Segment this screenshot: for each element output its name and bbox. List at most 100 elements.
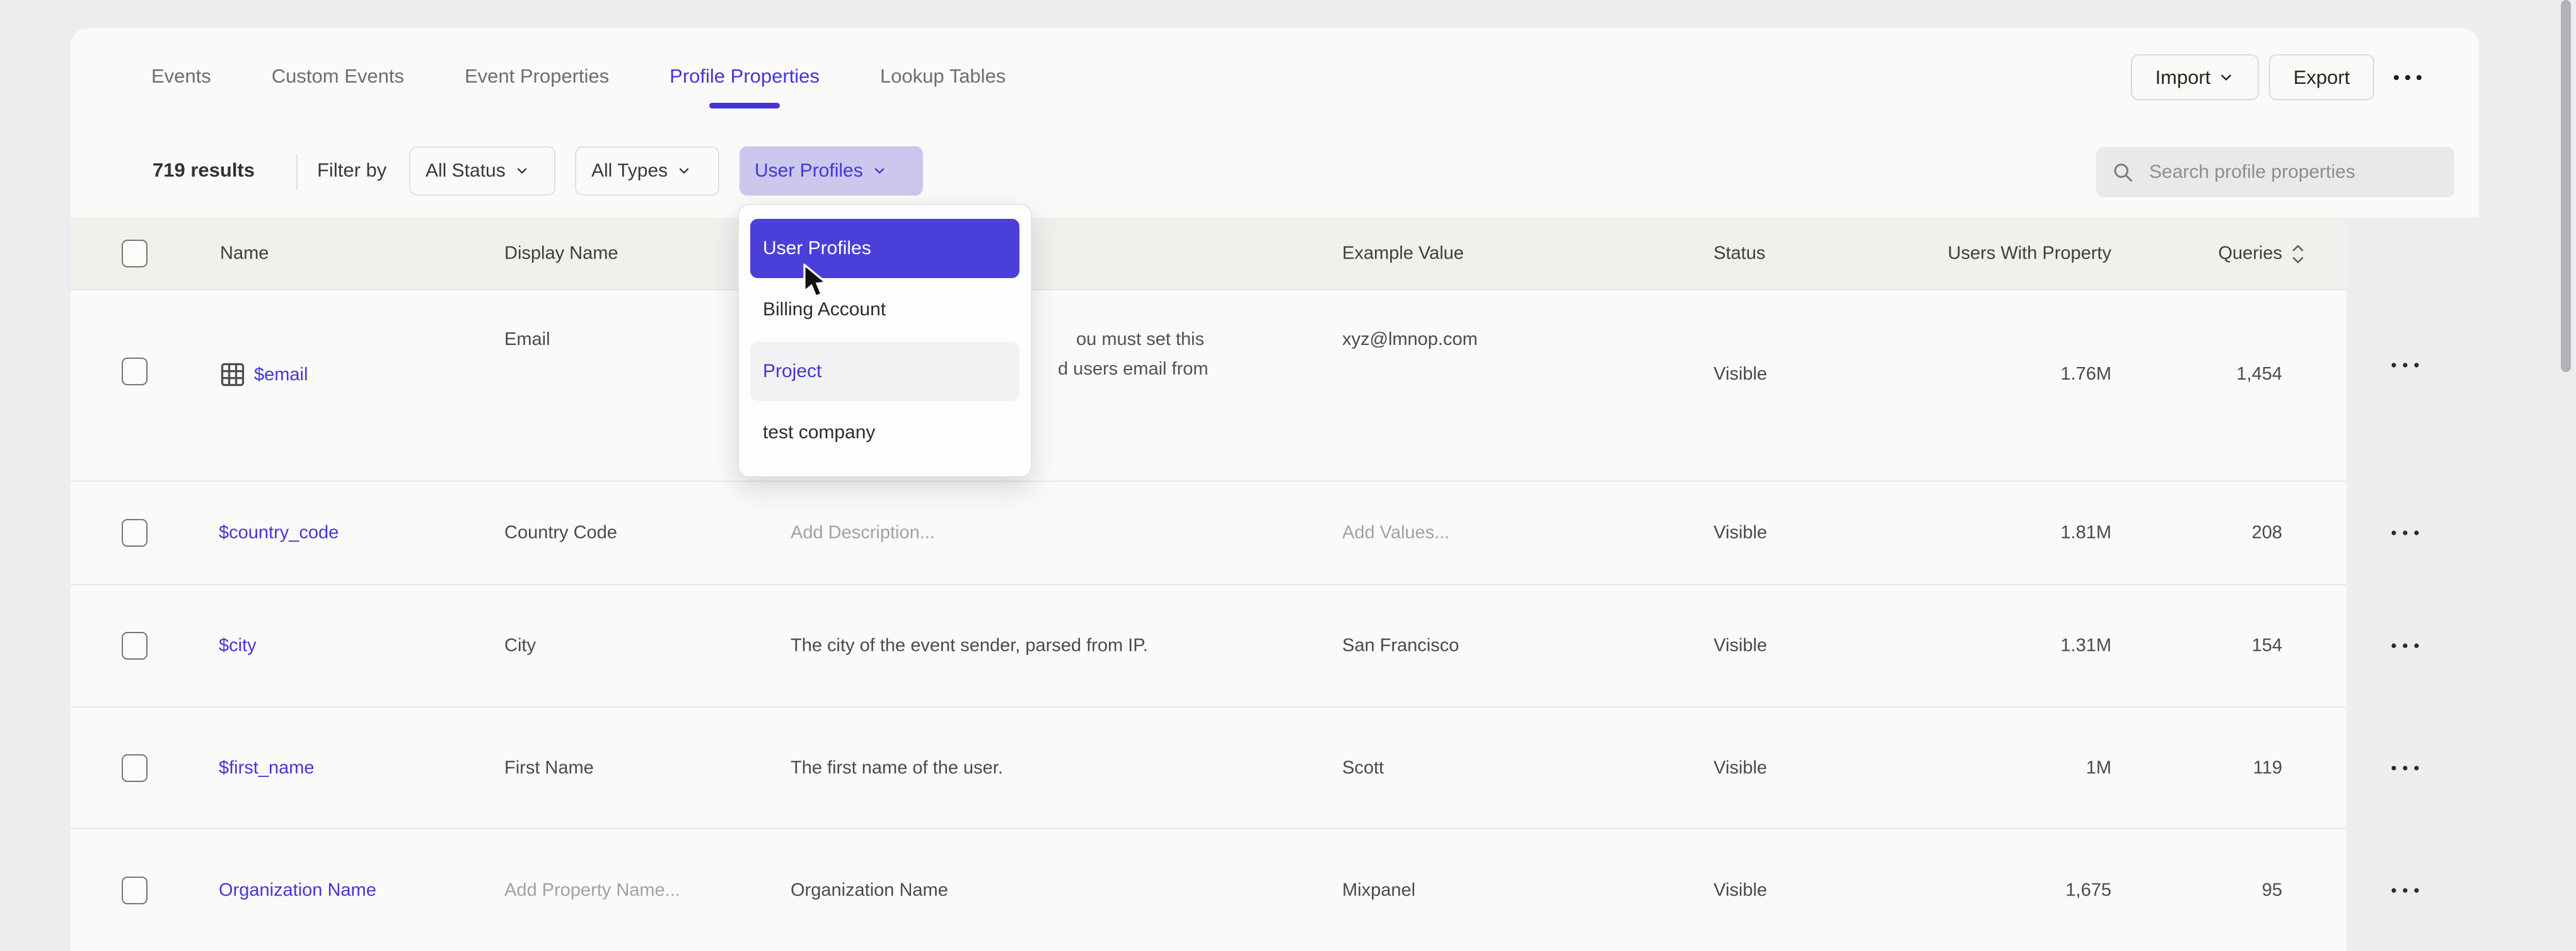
scrollbar-thumb[interactable] bbox=[2561, 0, 2571, 372]
kebab-icon bbox=[2389, 528, 2421, 537]
property-name-link[interactable]: $first_name bbox=[219, 757, 315, 778]
export-button-label: Export bbox=[2294, 66, 2350, 89]
property-name-link[interactable]: Organization Name bbox=[219, 880, 376, 901]
tab-event-properties[interactable]: Event Properties bbox=[465, 41, 609, 111]
example-value-placeholder[interactable]: Add Values... bbox=[1342, 523, 1449, 544]
queries-value: 95 bbox=[2164, 880, 2282, 901]
search-input[interactable] bbox=[2148, 161, 2425, 184]
tab-label: Profile Properties bbox=[670, 65, 820, 88]
kebab-icon bbox=[2389, 764, 2421, 773]
display-name-placeholder[interactable]: Add Property Name... bbox=[504, 880, 680, 901]
table-row[interactable]: Organization Name Add Property Name... O… bbox=[71, 829, 2347, 951]
row-checkbox[interactable] bbox=[122, 358, 148, 385]
description-text[interactable]: The first name of the user. bbox=[791, 757, 1003, 778]
description-text[interactable]: Organization Name bbox=[791, 880, 948, 901]
tab-events[interactable]: Events bbox=[151, 41, 211, 111]
profile-type-filter-dropdown[interactable]: User Profiles bbox=[740, 146, 923, 195]
users-with-property-value: 1,675 bbox=[1918, 880, 2111, 901]
status-filter-label: All Status bbox=[426, 160, 506, 182]
more-actions-button[interactable] bbox=[2386, 65, 2430, 90]
description-text[interactable]: The city of the event sender, parsed fro… bbox=[791, 636, 1148, 656]
queries-value: 119 bbox=[2164, 757, 2282, 778]
column-header-example-value[interactable]: Example Value bbox=[1342, 243, 1464, 264]
column-header-display-name[interactable]: Display Name bbox=[504, 243, 618, 264]
property-name: $first_name bbox=[219, 757, 315, 778]
export-button[interactable]: Export bbox=[2269, 54, 2374, 100]
column-header-users-with-property[interactable]: Users With Property bbox=[1918, 243, 2111, 264]
main-panel: Events Custom Events Event Properties Pr… bbox=[71, 28, 2479, 951]
description-text[interactable]: d users email from bbox=[1058, 359, 1209, 380]
tab-custom-events[interactable]: Custom Events bbox=[272, 41, 404, 111]
property-name-link[interactable]: $city bbox=[219, 636, 257, 656]
row-actions-button[interactable] bbox=[2378, 361, 2432, 370]
row-checkbox[interactable] bbox=[122, 877, 148, 904]
table-row[interactable]: $country_code Country Code Add Descripti… bbox=[71, 482, 2347, 585]
dropdown-item-test-company[interactable]: test company bbox=[750, 403, 1019, 462]
chevron-down-icon bbox=[514, 163, 530, 178]
dropdown-item-user-profiles[interactable]: User Profiles bbox=[750, 219, 1019, 278]
display-name-field[interactable]: Country Code bbox=[504, 523, 617, 544]
users-with-property-value: 1M bbox=[1918, 757, 2111, 778]
search-icon bbox=[2111, 161, 2134, 184]
column-header-status[interactable]: Status bbox=[1714, 243, 1765, 264]
row-checkbox[interactable] bbox=[122, 632, 148, 660]
status-value: Visible bbox=[1714, 880, 1767, 901]
active-tab-underline bbox=[709, 103, 780, 108]
select-all-checkbox[interactable] bbox=[122, 240, 148, 267]
profile-type-filter-label: User Profiles bbox=[755, 160, 863, 182]
sort-icon[interactable] bbox=[2289, 242, 2307, 267]
description-text[interactable]: ou must set this bbox=[1076, 329, 1204, 350]
table-row[interactable]: $city City The city of the event sender,… bbox=[71, 585, 2347, 708]
property-name-link[interactable]: $country_code bbox=[219, 523, 339, 544]
status-value: Visible bbox=[1714, 364, 1767, 385]
status-value: Visible bbox=[1714, 757, 1767, 778]
property-name: Organization Name bbox=[219, 880, 376, 901]
example-value[interactable]: Scott bbox=[1342, 757, 1384, 778]
description-placeholder[interactable]: Add Description... bbox=[791, 523, 935, 544]
table-row[interactable]: $email Email ou must set this d users em… bbox=[71, 290, 2347, 482]
import-button[interactable]: Import bbox=[2131, 54, 2259, 100]
row-checkbox[interactable] bbox=[122, 754, 148, 782]
row-checkbox[interactable] bbox=[122, 519, 148, 547]
table-row[interactable]: $first_name First Name The first name of… bbox=[71, 708, 2347, 829]
divider bbox=[296, 155, 298, 190]
type-filter-dropdown[interactable]: All Types bbox=[575, 146, 719, 195]
property-name-link[interactable]: $email bbox=[219, 361, 308, 388]
row-actions-button[interactable] bbox=[2378, 641, 2432, 650]
dropdown-item-label: test company bbox=[763, 422, 875, 443]
row-actions-button[interactable] bbox=[2378, 764, 2432, 773]
import-button-label: Import bbox=[2155, 66, 2211, 89]
display-name-field[interactable]: City bbox=[504, 636, 536, 656]
type-filter-label: All Types bbox=[591, 160, 668, 182]
vertical-scrollbar[interactable] bbox=[2561, 0, 2571, 951]
users-with-property-value: 1.81M bbox=[1918, 523, 2111, 544]
display-name-field[interactable]: First Name bbox=[504, 757, 594, 778]
display-name-field[interactable]: Email bbox=[504, 329, 550, 350]
row-checkbox-cell bbox=[122, 632, 148, 660]
users-with-property-value: 1.76M bbox=[1918, 364, 2111, 385]
example-value[interactable]: xyz@lmnop.com bbox=[1342, 329, 1478, 350]
tab-label: Events bbox=[151, 65, 211, 88]
chevron-down-icon bbox=[676, 163, 692, 178]
row-actions-button[interactable] bbox=[2378, 886, 2432, 895]
tab-label: Custom Events bbox=[272, 65, 404, 88]
column-header-queries[interactable]: Queries bbox=[2164, 243, 2282, 264]
tab-lookup-tables[interactable]: Lookup Tables bbox=[880, 41, 1006, 111]
status-filter-dropdown[interactable]: All Status bbox=[409, 146, 555, 195]
example-value[interactable]: San Francisco bbox=[1342, 636, 1459, 656]
properties-page: Events Custom Events Event Properties Pr… bbox=[0, 0, 2576, 951]
profile-type-dropdown-menu: User Profiles Billing Account Project te… bbox=[738, 204, 1032, 477]
row-actions-button[interactable] bbox=[2378, 528, 2432, 537]
column-header-name[interactable]: Name bbox=[220, 243, 269, 264]
results-count: 719 results bbox=[153, 159, 255, 182]
tab-profile-properties[interactable]: Profile Properties bbox=[670, 41, 820, 111]
example-value[interactable]: Mixpanel bbox=[1342, 880, 1415, 901]
kebab-icon bbox=[2389, 641, 2421, 650]
table-grid-icon bbox=[219, 361, 247, 388]
search-box[interactable] bbox=[2096, 147, 2454, 197]
row-checkbox-cell bbox=[122, 519, 148, 547]
users-with-property-value: 1.31M bbox=[1918, 636, 2111, 656]
dropdown-item-project[interactable]: Project bbox=[750, 342, 1019, 401]
dropdown-item-billing-account[interactable]: Billing Account bbox=[750, 280, 1019, 339]
queries-value: 154 bbox=[2164, 636, 2282, 656]
